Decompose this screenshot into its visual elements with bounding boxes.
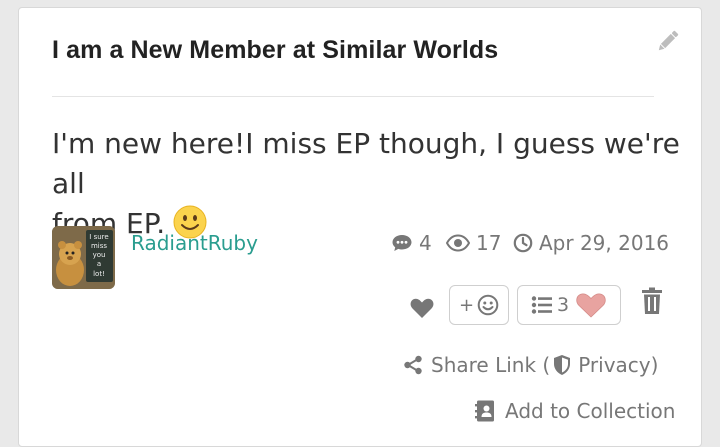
avatar-caption-4: a — [97, 260, 101, 268]
comments-count[interactable]: 4 — [391, 231, 432, 255]
post-title: I am a New Member at Similar Worlds — [52, 36, 499, 64]
author-link[interactable]: RadiantRuby — [131, 231, 258, 255]
reactions-count: 3 — [556, 294, 570, 316]
comments-count-value: 4 — [419, 231, 432, 255]
views-count: 17 — [446, 231, 501, 255]
trash-icon[interactable] — [641, 287, 663, 315]
post-date-value: Apr 29, 2016 — [539, 231, 670, 255]
avatar-caption-3: you — [93, 251, 106, 259]
avatar-caption-5: lot! — [93, 270, 105, 278]
eye-icon — [446, 234, 470, 252]
views-count-value: 17 — [476, 231, 502, 255]
pencil-icon[interactable] — [653, 26, 683, 56]
address-book-icon — [475, 400, 494, 422]
avatar-caption-1: I sure — [89, 233, 108, 241]
share-row: Share Link ( Privacy) — [403, 353, 658, 377]
post-body: I'm new here!I miss EP though, I guess w… — [52, 124, 682, 244]
clock-icon — [513, 233, 533, 253]
reactions-list-button[interactable]: 3 — [517, 285, 621, 325]
avatar-caption-2: miss — [91, 242, 107, 250]
pink-heart-icon — [576, 293, 606, 318]
shield-icon — [554, 355, 571, 375]
list-icon — [531, 296, 552, 314]
title-divider — [52, 96, 654, 97]
comment-icon — [392, 235, 412, 251]
share-icon — [404, 355, 422, 375]
avatar[interactable]: I sure miss you a lot! — [52, 226, 115, 289]
post-card: I am a New Member at Similar Worlds I'm … — [18, 7, 702, 447]
post-date: Apr 29, 2016 — [513, 231, 669, 255]
privacy-link[interactable]: Privacy) — [578, 353, 658, 377]
add-to-collection-label: Add to Collection — [505, 399, 676, 423]
smiley-face-icon — [477, 294, 499, 316]
post-body-line-1: I'm new here!I miss EP though, I guess w… — [52, 127, 680, 200]
add-to-collection-button[interactable]: Add to Collection — [475, 399, 675, 423]
share-link[interactable]: Share Link ( — [431, 353, 550, 377]
heart-icon[interactable] — [409, 296, 435, 320]
add-reaction-button[interactable]: + — [449, 285, 509, 325]
add-reaction-plus: + — [458, 294, 475, 316]
